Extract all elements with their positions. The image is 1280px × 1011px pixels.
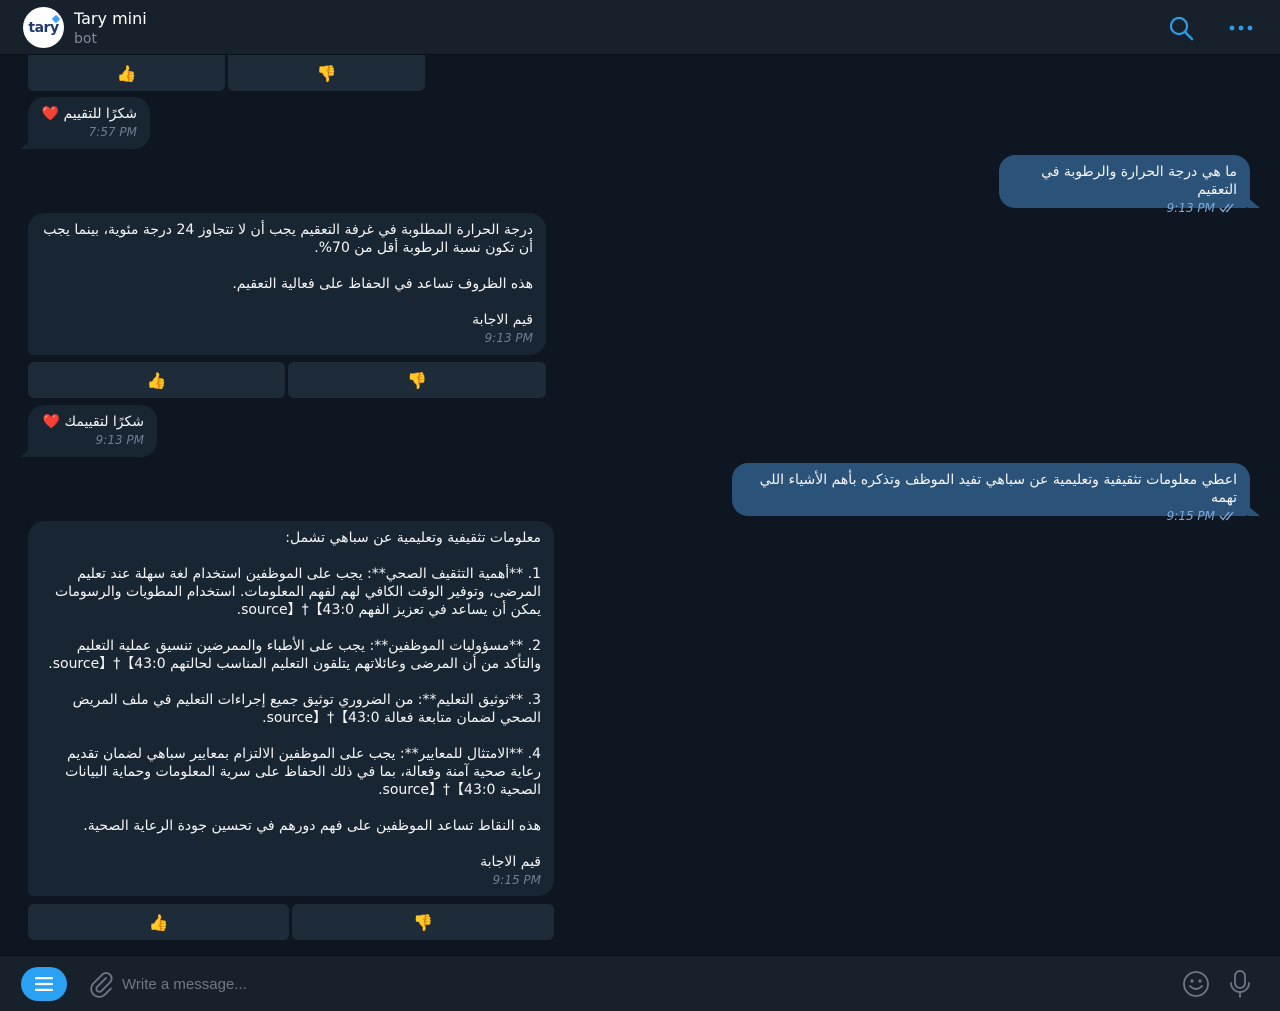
message-text: ما هي درجة الحرارة والرطوبة في التعقيم bbox=[1041, 164, 1237, 198]
thumbs-up-button[interactable]: 👍 bbox=[28, 904, 289, 940]
rating-keyboard: 👍 👎 bbox=[28, 55, 425, 91]
message-bubble[interactable]: ما هي درجة الحرارة والرطوبة في التعقيم 9… bbox=[999, 155, 1250, 215]
microphone-icon[interactable] bbox=[1225, 969, 1255, 999]
message-text: شكرًا لتقييمك ❤️ bbox=[42, 414, 144, 430]
thumbs-up-button[interactable]: 👍 bbox=[28, 362, 285, 398]
attach-icon[interactable] bbox=[86, 969, 116, 999]
message-composer bbox=[0, 955, 1280, 1011]
search-icon[interactable] bbox=[1167, 14, 1195, 42]
read-check-icon bbox=[1219, 511, 1234, 521]
chat-title[interactable]: Tary mini bbox=[74, 9, 147, 28]
message-bubble[interactable]: شكرًا لتقييمك ❤️ 9:13 PM bbox=[28, 405, 157, 457]
thumbs-down-icon: 👎 bbox=[407, 370, 427, 390]
message-text: شكرًا للتقييم ❤️ bbox=[41, 106, 137, 122]
thumbs-up-icon: 👍 bbox=[146, 370, 167, 390]
message-time: 9:15 PM bbox=[492, 873, 541, 887]
telegram-chat-window: tary Tary mini bot 👍 👎 شكرًا للتقييم ❤️ … bbox=[0, 0, 1280, 1011]
rating-keyboard: 👍 👎 bbox=[28, 904, 554, 940]
thumbs-up-button[interactable]: 👍 bbox=[28, 55, 225, 91]
message-text: اعطي معلومات تثقيفية وتعليمية عن سباهي ت… bbox=[759, 472, 1237, 506]
avatar[interactable]: tary bbox=[23, 7, 64, 48]
message-text: درجة الحرارة المطلوبة في غرفة التعقيم يج… bbox=[43, 222, 533, 328]
bubble-tail bbox=[20, 447, 32, 457]
message-time: 7:57 PM bbox=[88, 125, 137, 139]
more-options-icon[interactable] bbox=[1227, 14, 1255, 42]
message-text: معلومات تثقيفية وتعليمية عن سباهي تشمل: … bbox=[48, 530, 541, 870]
message-input[interactable] bbox=[122, 966, 1152, 1002]
thumbs-up-icon: 👍 bbox=[116, 63, 137, 83]
thumbs-down-button[interactable]: 👎 bbox=[228, 55, 425, 91]
message-time: 9:15 PM bbox=[1166, 509, 1215, 523]
thumbs-down-button[interactable]: 👎 bbox=[288, 362, 546, 398]
message-time: 9:13 PM bbox=[1166, 201, 1215, 215]
thumbs-down-button[interactable]: 👎 bbox=[292, 904, 554, 940]
read-check-icon bbox=[1219, 203, 1234, 213]
thumbs-down-icon: 👎 bbox=[413, 912, 433, 932]
thumbs-down-icon: 👎 bbox=[316, 63, 337, 83]
rating-keyboard: 👍 👎 bbox=[28, 362, 546, 398]
message-bubble[interactable]: معلومات تثقيفية وتعليمية عن سباهي تشمل: … bbox=[28, 521, 554, 896]
chat-header: tary Tary mini bot bbox=[0, 0, 1280, 55]
message-bubble[interactable]: اعطي معلومات تثقيفية وتعليمية عن سباهي ت… bbox=[732, 463, 1250, 523]
chat-subtitle: bot bbox=[74, 31, 97, 47]
message-bubble[interactable]: درجة الحرارة المطلوبة في غرفة التعقيم يج… bbox=[28, 213, 546, 355]
thumbs-up-icon: 👍 bbox=[148, 912, 169, 932]
message-time: 9:13 PM bbox=[484, 331, 533, 345]
message-time: 9:13 PM bbox=[95, 433, 144, 447]
emoji-icon[interactable] bbox=[1181, 969, 1211, 999]
message-bubble[interactable]: شكرًا للتقييم ❤️ 7:57 PM bbox=[28, 97, 150, 149]
bot-menu-button[interactable] bbox=[21, 967, 67, 1001]
bubble-tail bbox=[20, 139, 32, 149]
menu-icon bbox=[35, 977, 53, 991]
